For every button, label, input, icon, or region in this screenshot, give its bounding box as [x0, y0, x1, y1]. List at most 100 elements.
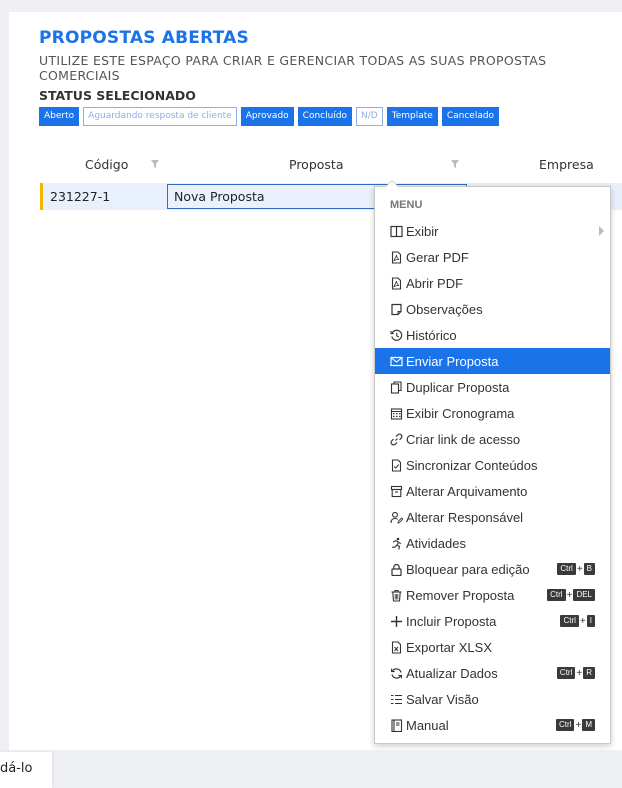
menu-item[interactable]: Atividades — [375, 530, 610, 556]
book-icon — [390, 718, 403, 732]
menu-item-label: Enviar Proposta — [406, 353, 499, 369]
menu-item-label: Sincronizar Conteúdos — [406, 457, 538, 473]
menu-item[interactable]: Exibir Cronograma — [375, 400, 610, 426]
context-menu: MENU Exibir Gerar PDF Abrir PDF Observações… — [374, 180, 611, 744]
shortcut-plus: + — [566, 589, 573, 601]
toast-notification: dá-lo — [0, 752, 52, 788]
status-chip[interactable]: Aberto — [39, 107, 80, 126]
status-chip[interactable]: Cancelado — [441, 107, 500, 126]
shortcut-plus: + — [576, 667, 583, 679]
menu-item-label: Exportar XLSX — [406, 639, 492, 655]
cell-codigo[interactable]: 231227-1 — [50, 189, 110, 204]
page-subtitle: UTILIZE ESTE ESPAÇO PARA CRIAR E GERENCI… — [39, 53, 547, 83]
shortcut-key: Ctrl — [556, 719, 575, 731]
sync-file-icon — [390, 458, 403, 472]
menu-item-label: Manual — [406, 717, 449, 733]
menu-item-label: Observações — [406, 301, 483, 317]
menu-item-label: Alterar Responsável — [406, 509, 524, 525]
refresh-icon — [390, 667, 403, 680]
menu-item-label: Remover Proposta — [406, 587, 515, 603]
menu-item-label: Atualizar Dados — [406, 665, 498, 681]
menu-item[interactable]: Atualizar Dados Ctrl + R — [375, 660, 610, 686]
running-icon — [390, 537, 403, 550]
menu-item[interactable]: Alterar Responsável — [375, 504, 610, 530]
menu-list: Exibir Gerar PDF Abrir PDF Observações Histó… — [375, 218, 610, 738]
keyboard-shortcut: Ctrl + I — [560, 615, 595, 627]
shortcut-key: I — [586, 615, 595, 627]
menu-item-label: Histórico — [406, 327, 457, 343]
menu-item[interactable]: Gerar PDF — [375, 244, 610, 270]
menu-item-label: Abrir PDF — [406, 275, 464, 291]
column-header-empresa[interactable]: Empresa — [539, 157, 594, 172]
note-icon — [390, 303, 403, 316]
menu-item[interactable]: Incluir Proposta Ctrl + I — [375, 608, 610, 634]
copy-icon — [390, 380, 403, 394]
status-chip[interactable]: Template — [386, 107, 438, 126]
menu-item[interactable]: Exportar XLSX — [375, 634, 610, 660]
keyboard-shortcut: Ctrl + B — [557, 563, 595, 575]
filter-icon[interactable] — [151, 160, 159, 168]
menu-item-label: Gerar PDF — [406, 249, 469, 265]
menu-item[interactable]: Enviar Proposta — [375, 348, 610, 374]
shortcut-plus: + — [576, 563, 583, 575]
submenu-arrow-icon — [599, 226, 604, 236]
envelope-icon — [390, 355, 403, 368]
shortcut-key: Ctrl — [547, 589, 566, 601]
menu-heading: MENU — [390, 199, 423, 211]
status-chip[interactable]: Aprovado — [240, 107, 294, 126]
grid-header: Código Proposta Empresa — [40, 151, 622, 178]
list-icon — [390, 693, 403, 706]
excel-icon — [390, 640, 403, 654]
column-header-codigo[interactable]: Código — [85, 157, 128, 172]
shortcut-plus: + — [575, 719, 582, 731]
menu-item-label: Exibir — [406, 223, 439, 239]
menu-item[interactable]: Remover Proposta Ctrl + DEL — [375, 582, 610, 608]
keyboard-shortcut: Ctrl + M — [556, 719, 595, 731]
menu-item[interactable]: Criar link de acesso — [375, 426, 610, 452]
menu-item[interactable]: Alterar Arquivamento — [375, 478, 610, 504]
menu-item[interactable]: Histórico — [375, 322, 610, 348]
plus-icon — [390, 615, 403, 628]
menu-item[interactable]: Salvar Visão — [375, 686, 610, 712]
shortcut-plus: + — [579, 615, 586, 627]
menu-item[interactable]: Manual Ctrl + M — [375, 712, 610, 738]
archive-icon — [390, 485, 403, 498]
menu-item-label: Incluir Proposta — [406, 613, 497, 629]
shortcut-key: Ctrl — [560, 615, 579, 627]
status-chip[interactable]: N/D — [356, 107, 383, 126]
menu-item-label: Alterar Arquivamento — [406, 483, 528, 499]
menu-item[interactable]: Abrir PDF — [375, 270, 610, 296]
shortcut-key: R — [583, 667, 595, 679]
status-chip[interactable]: Aguardando resposta de cliente — [83, 107, 237, 126]
shortcut-key: DEL — [573, 589, 595, 601]
menu-item[interactable]: Sincronizar Conteúdos — [375, 452, 610, 478]
keyboard-shortcut: Ctrl + DEL — [547, 589, 595, 601]
menu-item[interactable]: Duplicar Proposta — [375, 374, 610, 400]
menu-item-label: Salvar Visão — [406, 691, 479, 707]
keyboard-shortcut: Ctrl + R — [556, 667, 595, 679]
status-chip[interactable]: Concluído — [297, 107, 353, 126]
shortcut-key: Ctrl — [557, 563, 576, 575]
history-icon — [390, 329, 403, 342]
columns-icon — [390, 225, 403, 238]
shortcut-key: B — [583, 563, 595, 575]
status-filter-bar: Aberto Aguardando resposta de cliente Apro… — [39, 107, 500, 127]
menu-item-label: Bloquear para edição — [406, 561, 530, 577]
user-edit-icon — [390, 511, 403, 524]
pdf-icon — [390, 276, 403, 290]
shortcut-key: Ctrl — [556, 667, 576, 679]
link-icon — [390, 433, 403, 446]
filter-icon[interactable] — [451, 160, 459, 168]
menu-item[interactable]: Exibir — [375, 218, 610, 244]
pdf-icon — [390, 250, 403, 264]
lock-icon — [390, 563, 403, 576]
menu-item-label: Duplicar Proposta — [406, 379, 510, 395]
column-header-proposta[interactable]: Proposta — [289, 157, 344, 172]
page-title: PROPOSTAS ABERTAS — [39, 28, 249, 48]
menu-item-label: Criar link de acesso — [406, 431, 521, 447]
trash-icon — [390, 589, 403, 602]
menu-item[interactable]: Observações — [375, 296, 610, 322]
shortcut-key: M — [582, 719, 595, 731]
menu-item[interactable]: Bloquear para edição Ctrl + B — [375, 556, 610, 582]
calendar-icon — [390, 407, 403, 420]
